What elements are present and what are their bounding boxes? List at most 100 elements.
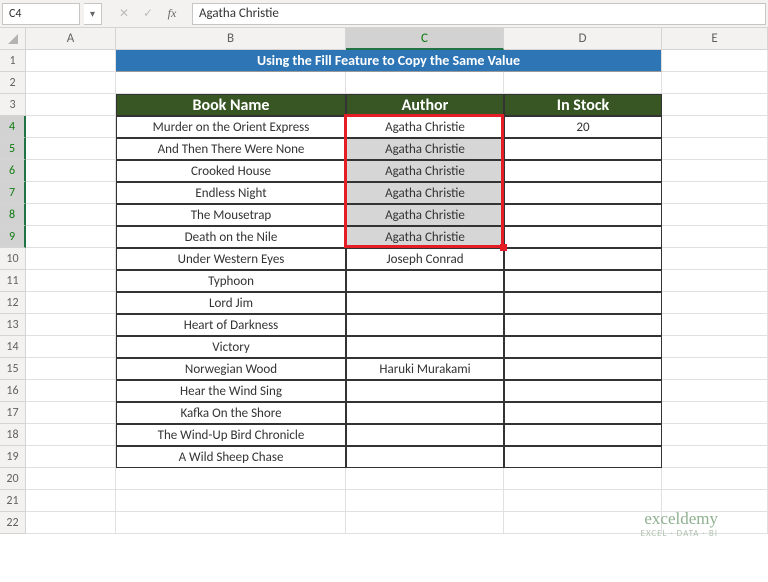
fx-icon[interactable]: fx (160, 3, 184, 25)
cell-A18[interactable] (26, 424, 116, 446)
row-header-1[interactable]: 1 (0, 50, 26, 72)
cell-B10[interactable]: Under Western Eyes (116, 248, 346, 270)
cell-A17[interactable] (26, 402, 116, 424)
cell-D12[interactable] (504, 292, 662, 314)
cell-B20[interactable] (116, 468, 346, 490)
cell-E6[interactable] (662, 160, 768, 182)
cell-E16[interactable] (662, 380, 768, 402)
cell-A5[interactable] (26, 138, 116, 160)
cell-A22[interactable] (26, 512, 116, 534)
cell-A16[interactable] (26, 380, 116, 402)
cell-E17[interactable] (662, 402, 768, 424)
cell-E4[interactable] (662, 116, 768, 138)
cell-A1[interactable] (26, 50, 116, 72)
cell-A7[interactable] (26, 182, 116, 204)
cell-A10[interactable] (26, 248, 116, 270)
cell-E13[interactable] (662, 314, 768, 336)
cell-A12[interactable] (26, 292, 116, 314)
row-header-19[interactable]: 19 (0, 446, 26, 468)
row-header-3[interactable]: 3 (0, 94, 26, 116)
cell-B16[interactable]: Hear the Wind Sing (116, 380, 346, 402)
cell-D10[interactable] (504, 248, 662, 270)
cell-A8[interactable] (26, 204, 116, 226)
cell-B2[interactable] (116, 72, 346, 94)
row-header-2[interactable]: 2 (0, 72, 26, 94)
header-in-stock[interactable]: In Stock (504, 94, 662, 116)
cell-B21[interactable] (116, 490, 346, 512)
row-header-14[interactable]: 14 (0, 336, 26, 358)
cell-D21[interactable] (504, 490, 662, 512)
cell-E10[interactable] (662, 248, 768, 270)
cell-C16[interactable] (346, 380, 504, 402)
cell-D18[interactable] (504, 424, 662, 446)
cell-E2[interactable] (662, 72, 768, 94)
row-header-21[interactable]: 21 (0, 490, 26, 512)
cell-D11[interactable] (504, 270, 662, 292)
cell-E3[interactable] (662, 94, 768, 116)
cell-C9[interactable]: Agatha Christie (346, 226, 504, 248)
cell-B8[interactable]: The Mousetrap (116, 204, 346, 226)
cell-B14[interactable]: Victory (116, 336, 346, 358)
cell-D4[interactable]: 20 (504, 116, 662, 138)
select-all-corner[interactable] (0, 28, 26, 50)
cell-B12[interactable]: Lord Jim (116, 292, 346, 314)
cell-B15[interactable]: Norwegian Wood (116, 358, 346, 380)
cell-D9[interactable] (504, 226, 662, 248)
cell-C5[interactable]: Agatha Christie (346, 138, 504, 160)
row-header-18[interactable]: 18 (0, 424, 26, 446)
name-box[interactable]: C4 (2, 3, 80, 25)
cell-A19[interactable] (26, 446, 116, 468)
column-header-B[interactable]: B (116, 28, 346, 50)
cell-A2[interactable] (26, 72, 116, 94)
row-header-8[interactable]: 8 (0, 204, 26, 226)
cell-C17[interactable] (346, 402, 504, 424)
cell-A4[interactable] (26, 116, 116, 138)
cell-B19[interactable]: A Wild Sheep Chase (116, 446, 346, 468)
cell-D19[interactable] (504, 446, 662, 468)
cell-C7[interactable]: Agatha Christie (346, 182, 504, 204)
row-header-6[interactable]: 6 (0, 160, 26, 182)
cell-D13[interactable] (504, 314, 662, 336)
cell-A11[interactable] (26, 270, 116, 292)
enter-icon[interactable]: ✓ (136, 3, 160, 25)
cell-C4[interactable]: Agatha Christie (346, 116, 504, 138)
row-header-11[interactable]: 11 (0, 270, 26, 292)
cell-E1[interactable] (662, 50, 768, 72)
cell-E9[interactable] (662, 226, 768, 248)
fill-handle[interactable] (500, 244, 507, 251)
cell-D17[interactable] (504, 402, 662, 424)
cell-E14[interactable] (662, 336, 768, 358)
cell-E7[interactable] (662, 182, 768, 204)
row-header-20[interactable]: 20 (0, 468, 26, 490)
cell-E12[interactable] (662, 292, 768, 314)
cell-D15[interactable] (504, 358, 662, 380)
row-header-12[interactable]: 12 (0, 292, 26, 314)
cell-E5[interactable] (662, 138, 768, 160)
cell-C2[interactable] (346, 72, 504, 94)
column-header-C[interactable]: C (346, 28, 504, 50)
cell-A20[interactable] (26, 468, 116, 490)
cell-D22[interactable] (504, 512, 662, 534)
row-header-5[interactable]: 5 (0, 138, 26, 160)
cell-C18[interactable] (346, 424, 504, 446)
cell-D5[interactable] (504, 138, 662, 160)
cell-C14[interactable] (346, 336, 504, 358)
cell-D7[interactable] (504, 182, 662, 204)
header-author[interactable]: Author (346, 94, 504, 116)
cell-D14[interactable] (504, 336, 662, 358)
cell-B5[interactable]: And Then There Were None (116, 138, 346, 160)
cell-B18[interactable]: The Wind-Up Bird Chronicle (116, 424, 346, 446)
column-header-A[interactable]: A (26, 28, 116, 50)
formula-bar[interactable]: Agatha Christie (192, 3, 766, 25)
cancel-icon[interactable]: ✕ (112, 3, 136, 25)
cell-C13[interactable] (346, 314, 504, 336)
cell-B11[interactable]: Typhoon (116, 270, 346, 292)
cell-A9[interactable] (26, 226, 116, 248)
row-header-13[interactable]: 13 (0, 314, 26, 336)
row-header-17[interactable]: 17 (0, 402, 26, 424)
cell-A3[interactable] (26, 94, 116, 116)
cell-E18[interactable] (662, 424, 768, 446)
cell-E11[interactable] (662, 270, 768, 292)
row-header-9[interactable]: 9 (0, 226, 26, 248)
cell-E19[interactable] (662, 446, 768, 468)
